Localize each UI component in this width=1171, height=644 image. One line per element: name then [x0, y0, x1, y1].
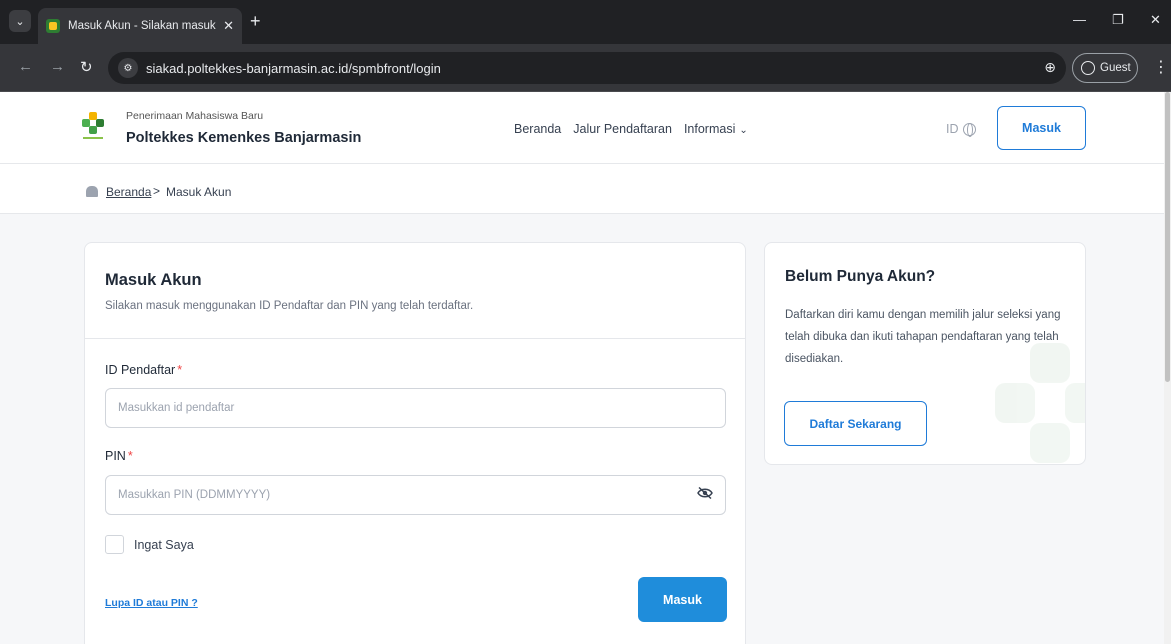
id-field-label: ID Pendaftar * — [105, 363, 182, 377]
forward-icon[interactable]: → — [50, 58, 65, 75]
login-title: Masuk Akun — [105, 271, 202, 289]
address-bar[interactable]: ⚙ siakad.poltekkes-banjarmasin.ac.id/spm… — [108, 52, 1066, 84]
header-login-button[interactable]: Masuk — [997, 106, 1086, 150]
brand-subtitle: Penerimaan Mahasiswa Baru — [126, 110, 264, 122]
main-content: Masuk Akun Silakan masuk menggunakan ID … — [0, 214, 1171, 644]
register-title: Belum Punya Akun? — [785, 268, 936, 285]
login-card: Masuk Akun Silakan masuk menggunakan ID … — [84, 242, 746, 644]
breadcrumb-separator: > — [153, 184, 161, 198]
register-card: Belum Punya Akun? Daftarkan diri kamu de… — [764, 242, 1086, 465]
site-favicon-icon — [46, 19, 60, 33]
minimize-icon[interactable]: — — [1073, 12, 1086, 27]
required-mark: * — [127, 449, 133, 463]
window-close-icon[interactable]: ✕ — [1150, 12, 1161, 28]
home-icon — [86, 186, 98, 197]
nav-info[interactable]: Informasi ⌄ — [684, 122, 748, 136]
register-description: Daftarkan diri kamu dengan memilih jalur… — [785, 309, 1061, 365]
id-pendaftar-input[interactable] — [105, 388, 726, 428]
site-header: Penerimaan Mahasiswa Baru Poltekkes Keme… — [0, 92, 1171, 164]
globe-icon — [962, 122, 976, 137]
kemenkes-logo-icon — [82, 112, 104, 139]
scrollbar-thumb[interactable] — [1165, 92, 1170, 382]
site-info-icon[interactable]: ⚙ — [118, 58, 138, 78]
tab-title: Masuk Akun - Silakan masuk m — [68, 20, 218, 32]
main-nav: Beranda Jalur Pendaftaran Informasi ⌄ — [514, 122, 748, 136]
browser-tab[interactable]: Masuk Akun - Silakan masuk m ✕ — [38, 8, 242, 44]
reload-icon[interactable]: ↻ — [80, 58, 93, 76]
profile-label: Guest — [1100, 62, 1131, 74]
breadcrumb-home-link[interactable]: Beranda — [106, 185, 151, 199]
pin-field-label: PIN * — [105, 449, 133, 463]
profile-button[interactable]: Guest — [1072, 53, 1138, 83]
profile-icon — [1081, 61, 1095, 75]
restore-icon[interactable]: ❐ — [1112, 12, 1124, 28]
nav-home[interactable]: Beranda — [514, 122, 561, 136]
eye-off-icon[interactable] — [697, 487, 713, 499]
pin-input[interactable] — [105, 475, 726, 515]
new-tab-icon[interactable]: + — [250, 12, 261, 30]
browser-toolbar: ← → ↻ ⚙ siakad.poltekkes-banjarmasin.ac.… — [0, 44, 1171, 92]
tab-close-icon[interactable]: ✕ — [223, 18, 234, 34]
login-submit-button[interactable]: Masuk — [638, 577, 727, 622]
language-label: ID — [946, 122, 959, 136]
login-subtitle: Silakan masuk menggunakan ID Pendaftar d… — [105, 300, 474, 312]
nav-info-label: Informasi — [683, 122, 736, 136]
required-mark: * — [177, 363, 183, 377]
chevron-down-icon: ⌄ — [739, 125, 748, 136]
language-switcher[interactable]: ID — [946, 122, 976, 137]
browser-menu-icon[interactable]: ⋮ — [1153, 57, 1169, 77]
pin-label-text: PIN — [105, 449, 126, 463]
page-scrollbar[interactable] — [1164, 92, 1171, 644]
id-label-text: ID Pendaftar — [105, 363, 176, 377]
breadcrumb-current: Masuk Akun — [166, 185, 232, 199]
card-divider — [85, 338, 745, 339]
breadcrumb: Beranda > Masuk Akun — [0, 164, 1171, 214]
tab-search-button[interactable]: ⌄ — [9, 10, 31, 32]
brand-name[interactable]: Poltekkes Kemenkes Banjarmasin — [126, 130, 361, 146]
back-icon[interactable]: ← — [18, 58, 33, 75]
nav-admission-paths[interactable]: Jalur Pendaftaran — [573, 122, 672, 136]
forgot-id-pin-link[interactable]: Lupa ID atau PIN ? — [105, 597, 198, 609]
remember-me-label[interactable]: Ingat Saya — [134, 538, 194, 552]
remember-me-checkbox[interactable] — [105, 535, 124, 554]
browser-tab-bar: ⌄ Masuk Akun - Silakan masuk m ✕ + — ❐ ✕ — [0, 0, 1171, 44]
register-now-button[interactable]: Daftar Sekarang — [784, 401, 927, 446]
zoom-icon[interactable]: ⊕ — [1044, 59, 1056, 76]
url-text[interactable]: siakad.poltekkes-banjarmasin.ac.id/spmbf… — [146, 61, 441, 76]
